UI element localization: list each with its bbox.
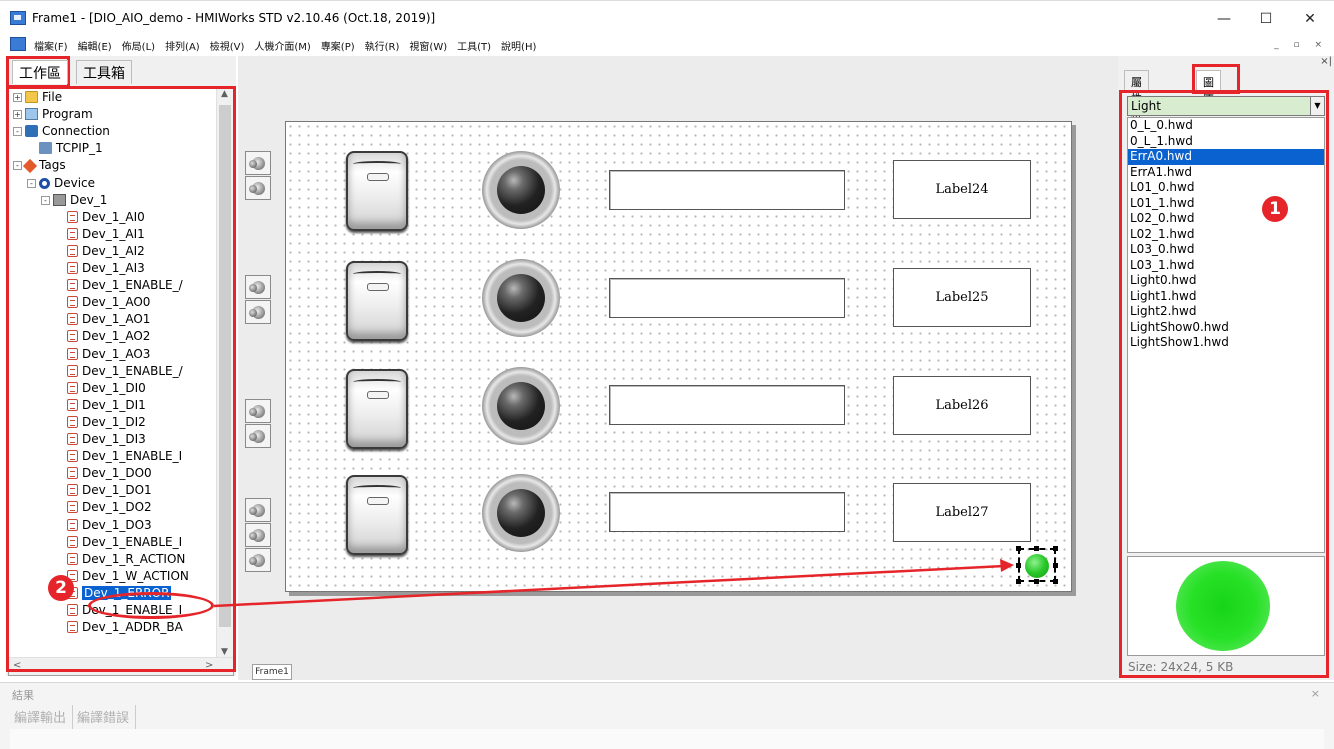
side-icon-group <box>245 399 271 449</box>
side-icon-group <box>245 498 271 573</box>
resize-handle[interactable] <box>1016 579 1021 584</box>
indicator-lamp[interactable] <box>482 151 560 229</box>
resize-handle[interactable] <box>1053 579 1058 584</box>
side-icon-group <box>245 275 271 325</box>
app-icon <box>10 11 26 25</box>
menu-item[interactable]: 排列(A) <box>165 38 206 53</box>
tag-link-icon[interactable] <box>245 523 271 547</box>
annotation-marker-1: 1 <box>1262 196 1288 222</box>
menu-item[interactable]: 佈局(L) <box>122 38 161 53</box>
tag-link-icon[interactable] <box>245 300 271 324</box>
side-icon-group <box>245 151 271 201</box>
canvas-label[interactable]: Label25 <box>893 268 1031 327</box>
tag-link-icon[interactable] <box>245 548 271 572</box>
menu-item[interactable]: 人機介面(M) <box>254 38 316 53</box>
result-body <box>10 729 1324 749</box>
resize-handle[interactable] <box>1034 579 1039 584</box>
title-bar: Frame1 - [DIO_AIO_demo - HMIWorks STD v2… <box>0 0 1334 34</box>
frame-tab[interactable]: Frame1 <box>252 664 292 680</box>
toggle-switch[interactable] <box>346 261 408 341</box>
minimize-button[interactable]: — <box>1204 7 1244 31</box>
text-box[interactable] <box>609 170 845 210</box>
menu-bar: 檔案(F) 編輯(E) 佈局(L) 排列(A) 檢視(V) 人機介面(M) 專案(P) 執行(… <box>0 34 1334 56</box>
close-button[interactable]: ✕ <box>1290 7 1330 31</box>
menu-item[interactable]: 編輯(E) <box>78 38 118 53</box>
menu-item[interactable]: 檢視(V) <box>210 38 251 53</box>
tag-link-icon[interactable] <box>245 498 271 522</box>
resize-handle[interactable] <box>1034 546 1039 551</box>
tab-toolbox[interactable]: 工具箱 <box>76 60 132 84</box>
menu-item[interactable]: 執行(R) <box>365 38 406 53</box>
tab-workspace[interactable]: 工作區 <box>12 60 68 84</box>
toggle-switch[interactable] <box>346 369 408 449</box>
text-box[interactable] <box>609 278 845 318</box>
indicator-lamp[interactable] <box>482 367 560 445</box>
annotation-marker-2: 2 <box>48 575 74 601</box>
menu-item[interactable]: 說明(H) <box>501 38 542 53</box>
maximize-button[interactable]: ☐ <box>1246 7 1286 31</box>
result-panel-title: 結果 <box>12 689 34 702</box>
mdi-app-icon[interactable] <box>10 37 26 51</box>
text-box[interactable] <box>609 492 845 532</box>
menu-item[interactable]: 工具(T) <box>457 38 497 53</box>
menu-item[interactable]: 專案(P) <box>321 38 361 53</box>
resize-handle[interactable] <box>1016 563 1021 568</box>
tab-properties[interactable]: 屬性檢視區 <box>1124 70 1149 153</box>
panel-close-icon[interactable]: ×| <box>1320 56 1332 67</box>
tag-link-icon[interactable] <box>245 176 271 200</box>
canvas-label[interactable]: Label26 <box>893 376 1031 435</box>
menu-item[interactable]: 視窗(W) <box>409 38 453 53</box>
mdi-window-controls[interactable]: _ ▫ × <box>1274 40 1328 50</box>
tag-link-icon[interactable] <box>245 151 271 175</box>
result-panel: 結果 × 編譯輸出 編譯錯誤 <box>0 682 1334 749</box>
menu-items: 檔案(F) 編輯(E) 佈局(L) 排列(A) 檢視(V) 人機介面(M) 專案(P) 執行(… <box>34 38 546 53</box>
resize-handle[interactable] <box>1016 546 1021 551</box>
tag-link-icon[interactable] <box>245 424 271 448</box>
annotation-box-tree <box>6 86 236 672</box>
canvas-label[interactable]: Label24 <box>893 160 1031 219</box>
workspace-tabstrip: 工作區 工具箱 <box>6 56 236 84</box>
resize-handle[interactable] <box>1053 563 1058 568</box>
tag-link-icon[interactable] <box>245 275 271 299</box>
text-box[interactable] <box>609 385 845 425</box>
window-title: Frame1 - [DIO_AIO_demo - HMIWorks STD v2… <box>32 11 436 25</box>
tag-link-icon[interactable] <box>245 399 271 423</box>
annotation-oval-error-tag <box>88 592 214 619</box>
canvas-label[interactable]: Label27 <box>893 483 1031 542</box>
error-light[interactable] <box>1025 554 1049 578</box>
annotation-box-gallery <box>1119 90 1329 678</box>
tab-compile-errors[interactable]: 編譯錯誤 <box>73 705 137 730</box>
menu-item[interactable]: 檔案(F) <box>34 38 74 53</box>
result-close-icon[interactable]: × <box>1311 687 1320 700</box>
toggle-switch[interactable] <box>346 475 408 555</box>
tab-compile-output[interactable]: 編譯輸出 <box>10 705 74 730</box>
resize-handle[interactable] <box>1053 546 1058 551</box>
toggle-switch[interactable] <box>346 151 408 231</box>
indicator-lamp[interactable] <box>482 474 560 552</box>
indicator-lamp[interactable] <box>482 259 560 337</box>
